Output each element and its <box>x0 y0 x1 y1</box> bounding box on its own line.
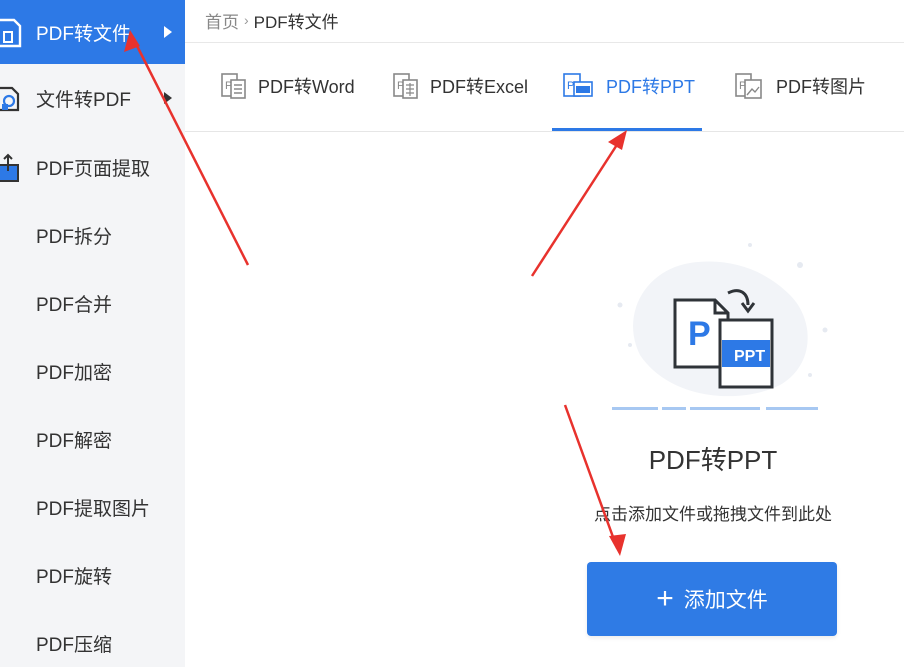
tab-label: PDF转Excel <box>430 77 529 97</box>
caret-right-icon <box>164 92 172 104</box>
sidebar-item-compress[interactable]: PDF压缩 <box>0 611 185 667</box>
sidebar: PDF转文件 文件转PDF PDF页面提取 PDF拆分 PDF合并 PDF加密 … <box>0 0 185 667</box>
tab-pdf-to-word[interactable]: P PDF转Word <box>220 70 355 102</box>
pdf-image-icon: P <box>735 73 762 99</box>
pdf-excel-icon: P <box>393 73 418 99</box>
sidebar-item-label: PDF拆分 <box>36 226 113 248</box>
breadcrumb: 首页 › PDF转文件 <box>205 8 339 32</box>
breadcrumb-current: PDF转文件 <box>253 12 339 32</box>
sidebar-item-label: PDF合并 <box>36 294 113 316</box>
divider <box>185 42 904 43</box>
sidebar-item-extract-images[interactable]: PDF提取图片 <box>0 475 185 539</box>
sidebar-item-label: 文件转PDF <box>36 89 132 111</box>
pdf-ppt-icon: P <box>563 73 593 97</box>
dropzone-hint[interactable]: 点击添加文件或拖拽文件到此处 <box>570 500 856 525</box>
sidebar-item-merge[interactable]: PDF合并 <box>0 271 185 335</box>
sidebar-item-split[interactable]: PDF拆分 <box>0 203 185 267</box>
caret-right-icon <box>164 26 172 38</box>
sidebar-item-label: PDF页面提取 <box>36 158 151 180</box>
sidebar-item-label: PDF转文件 <box>36 23 132 45</box>
annotation-arrow-button <box>563 404 626 556</box>
breadcrumb-home[interactable]: 首页 <box>205 8 239 33</box>
dropzone-title: PDF转PPT <box>648 445 778 475</box>
sidebar-item-label: PDF压缩 <box>36 634 113 656</box>
sidebar-item-file-to-pdf[interactable]: 文件转PDF <box>0 66 185 130</box>
illustration-ppt-text: PPT <box>734 348 765 365</box>
pdf-convert-icon <box>0 18 22 48</box>
sidebar-item-label: PDF提取图片 <box>36 498 151 520</box>
plus-icon: + <box>656 582 674 615</box>
add-file-label: 添加文件 <box>683 589 768 612</box>
sidebar-item-label: PDF加密 <box>36 362 113 384</box>
pdf-to-ppt-illustration: P PPT <box>612 243 828 410</box>
sidebar-item-label: PDF解密 <box>36 430 113 452</box>
sidebar-item-rotate[interactable]: PDF旋转 <box>0 543 185 607</box>
tab-label: PDF转图片 <box>776 77 866 97</box>
tab-label: PDF转PPT <box>606 77 696 97</box>
sidebar-item-pdf-to-file[interactable]: PDF转文件 <box>0 0 185 64</box>
tab-pdf-to-image[interactable]: P PDF转图片 <box>734 70 866 102</box>
file-to-pdf-icon <box>0 86 20 112</box>
sidebar-item-encrypt[interactable]: PDF加密 <box>0 339 185 403</box>
add-file-button[interactable]: + 添加文件 <box>587 562 837 636</box>
illustration-p-letter: P <box>688 315 711 353</box>
tab-pdf-to-ppt[interactable]: P PDF转PPT <box>562 70 695 102</box>
sidebar-item-page-extract[interactable]: PDF页面提取 <box>0 135 185 199</box>
sidebar-item-decrypt[interactable]: PDF解密 <box>0 407 185 471</box>
active-tab-indicator <box>552 128 702 131</box>
tabs-divider <box>185 131 904 132</box>
tab-pdf-to-excel[interactable]: P PDF转Excel <box>392 70 528 102</box>
sidebar-item-label: PDF旋转 <box>36 566 113 588</box>
page-extract-icon <box>0 153 19 182</box>
tab-label: PDF转Word <box>258 77 355 97</box>
pdf-word-icon: P <box>221 73 246 99</box>
breadcrumb-separator: › <box>244 12 249 28</box>
